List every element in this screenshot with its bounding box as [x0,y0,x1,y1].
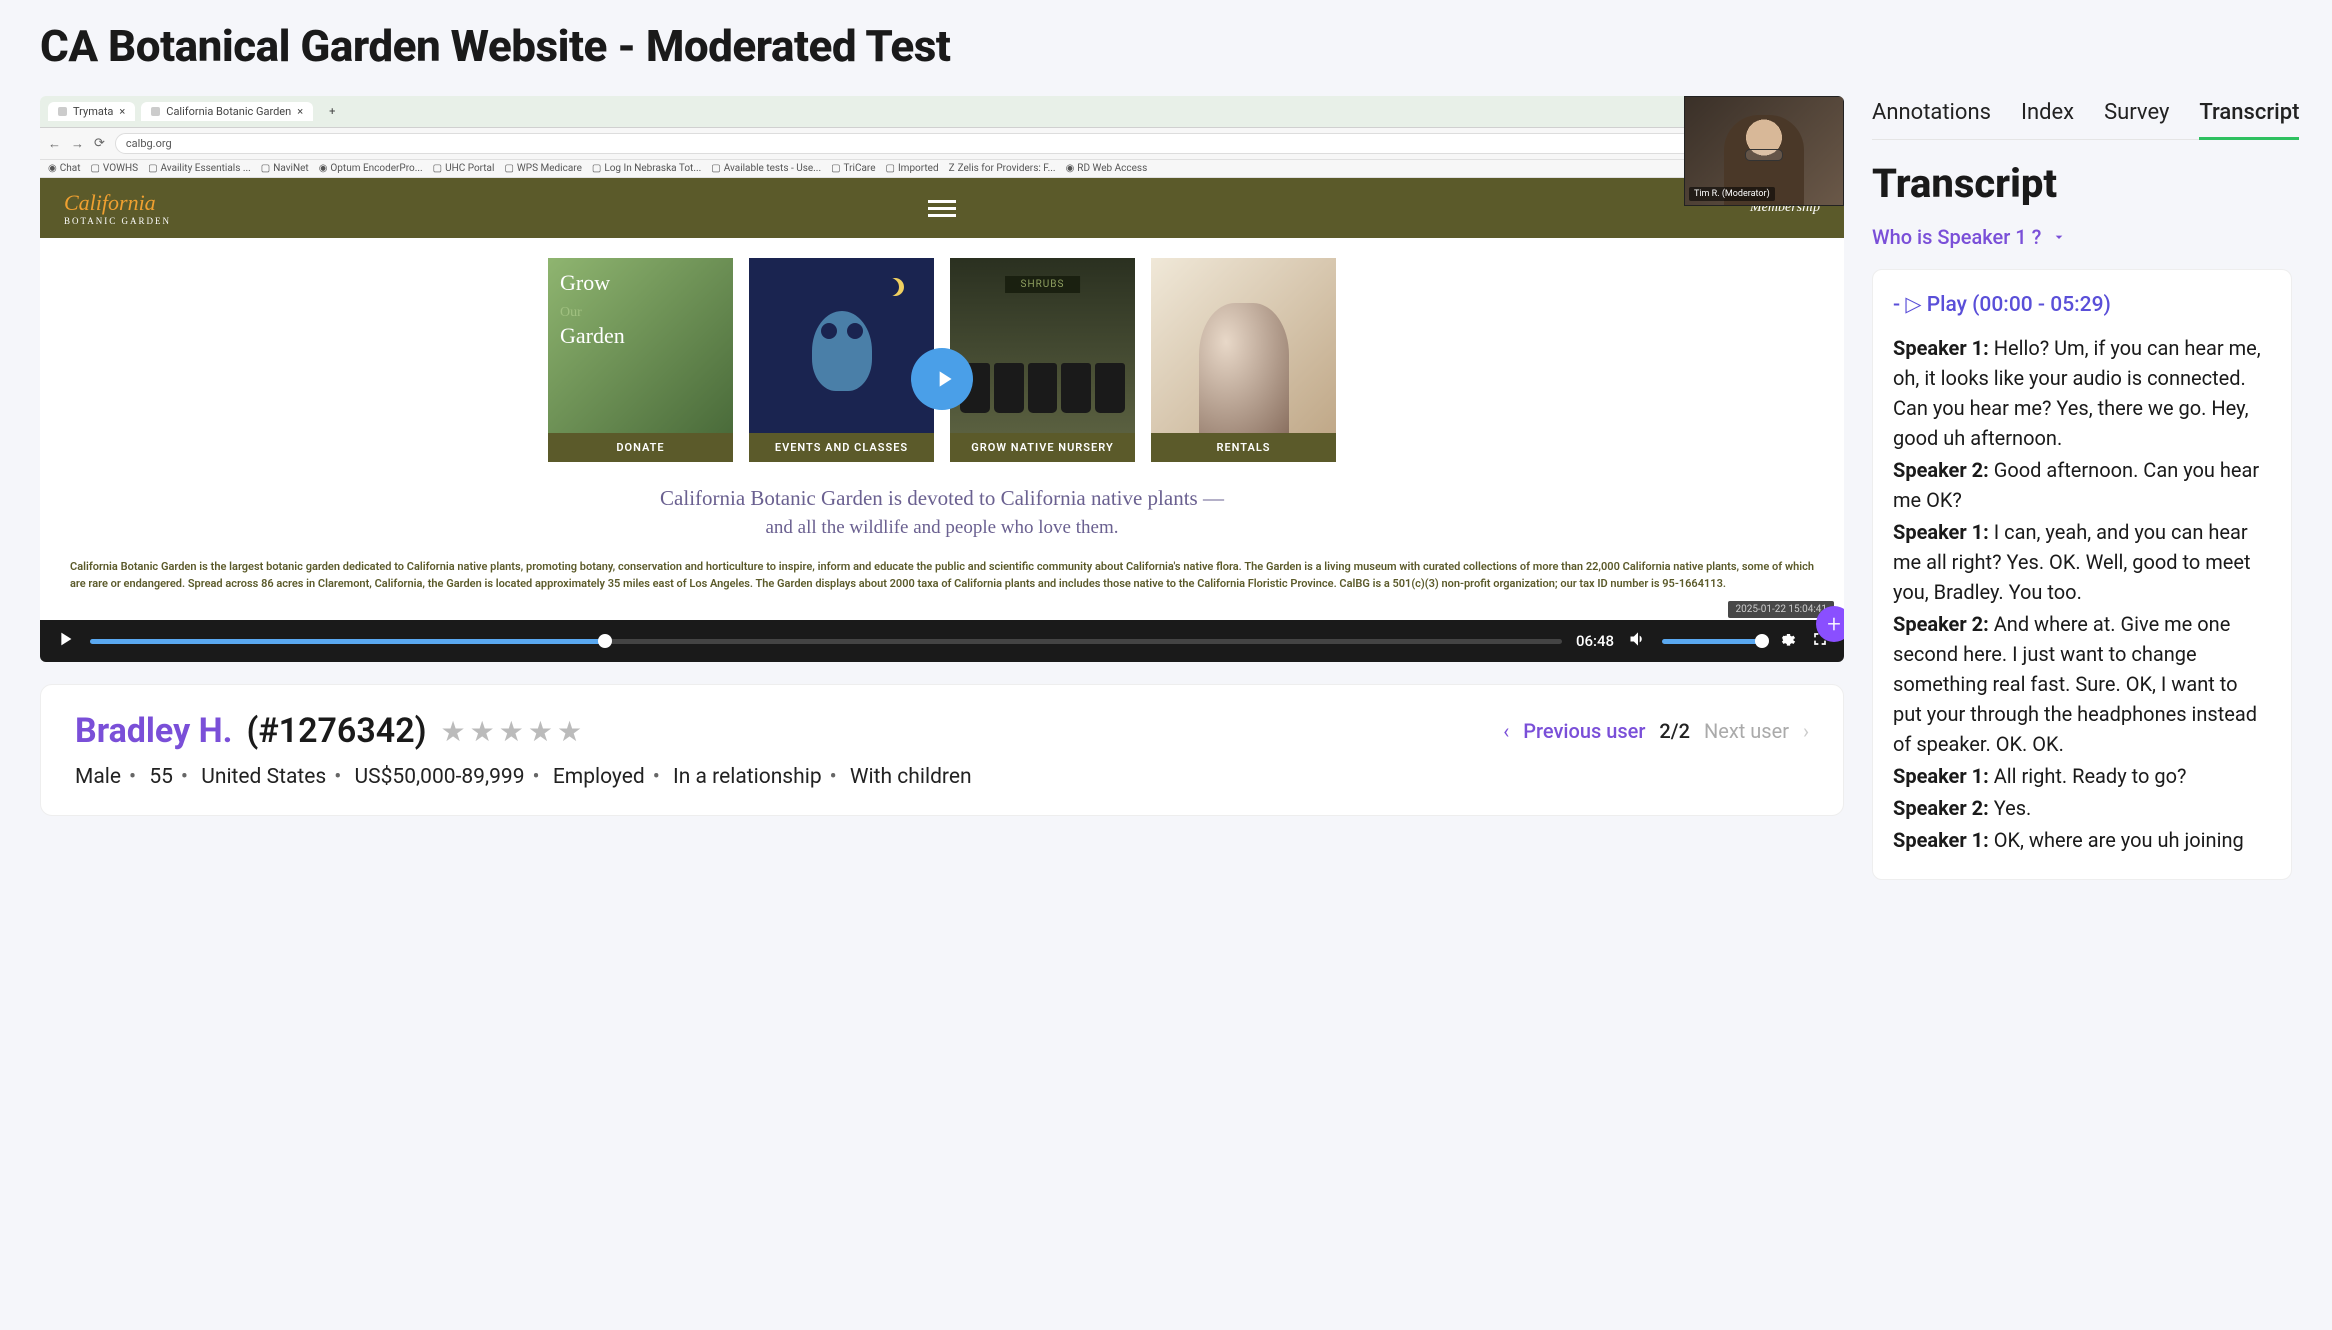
previous-user-link[interactable]: Previous user [1523,719,1645,743]
site-paragraph: California Botanic Garden is the largest… [70,559,1814,592]
bookmark-item: ▢ Availity Essentials ... [148,163,251,174]
site-card-donate: GrowOurGarden DONATE [548,258,733,462]
volume-slider[interactable] [1662,639,1762,644]
tab-index[interactable]: Index [2021,96,2074,139]
settings-icon[interactable] [1776,629,1796,653]
bookmark-item: ▢ UHC Portal [433,163,495,174]
transcript-line[interactable]: Speaker 1: I can, yeah, and you can hear… [1893,517,2271,607]
bookmark-item: ▢ TriCare [831,163,875,174]
transcript-line[interactable]: Speaker 2: Good afternoon. Can you hear … [1893,455,2271,515]
bookmark-item: ◉ Optum EncoderPro... [319,163,423,174]
browser-toolbar: ← → ⟳ calbg.org [40,128,1844,160]
site-logo: California BOTANIC GARDEN [64,190,171,226]
panel-tabs: Annotations Index Survey Transcript [1872,96,2292,140]
site-card-nursery: SHRUBS GROW NATIVE NURSERY [950,258,1135,462]
add-annotation-button[interactable]: + [1816,606,1844,642]
star-icon[interactable]: ★ [557,715,582,748]
forward-icon: → [71,136,84,152]
user-page-indicator: 2/2 [1659,719,1690,743]
url-bar: calbg.org [115,133,1836,154]
transcript-line[interactable]: Speaker 1: Hello? Um, if you can hear me… [1893,333,2271,453]
webcam-pip: Tim R. (Moderator) [1684,96,1844,206]
card-label: DONATE [548,433,733,462]
tagline-2: and all the wildlife and people who love… [70,517,1814,539]
browser-tabbar: Trymata× California Botanic Garden× + [40,96,1844,128]
user-card: Bradley H. (#1276342) ★ ★ ★ ★ ★ ‹ Previo… [40,684,1844,816]
browser-tab: California Botanic Garden× [141,102,313,121]
video-player: Trymata× California Botanic Garden× + ← … [40,96,1844,662]
speaker-filter-dropdown[interactable]: Who is Speaker 1 ? [1872,225,2292,249]
play-overlay-button[interactable] [911,348,973,410]
tab-transcript[interactable]: Transcript [2199,96,2299,139]
new-tab-button: + [319,102,345,121]
bookmark-item: ▢ Imported [886,163,939,174]
speaker-filter-label: Who is Speaker 1 ? [1872,225,2041,249]
bookmark-item: ▢ VOWHS [90,163,138,174]
site-body: GrowOurGarden DONATE EVENTS AND CLASSES … [40,238,1844,620]
card-label: EVENTS AND CLASSES [749,433,934,462]
back-icon: ← [48,136,61,152]
bookmark-item: ▢ WPS Medicare [504,163,581,174]
video-controls: 2025-01-22 15:04:41 + 06:48 [40,620,1844,662]
bookmark-item: ◉ Chat [48,163,80,174]
transcript-line[interactable]: Speaker 2: And where at. Give me one sec… [1893,609,2271,759]
transcript-line[interactable]: Speaker 1: All right. Ready to go? [1893,761,2271,791]
bookmarks-bar: ◉ Chat ▢ VOWHS ▢ Availity Essentials ...… [40,160,1844,178]
browser-tab-label: California Botanic Garden [166,105,291,118]
play-segment-link[interactable]: - ▷ Play (00:00 - 05:29) [1893,292,2271,317]
volume-icon[interactable] [1628,629,1648,653]
star-icon[interactable]: ★ [499,715,524,748]
time-display: 06:48 [1576,632,1614,650]
next-user-link: Next user [1704,719,1789,743]
sign-label: SHRUBS [1005,276,1081,293]
webcam-label: Tim R. (Moderator) [1689,187,1775,201]
bookmark-item: Z Zelis for Providers: F... [949,163,1056,174]
transcript-line[interactable]: Speaker 2: Yes. [1893,793,2271,823]
reload-icon: ⟳ [94,136,105,151]
chevron-right-icon: › [1803,719,1809,743]
user-name[interactable]: Bradley H. [75,711,233,751]
user-meta: Male• 55• United States• US$50,000-89,99… [75,765,1809,789]
panel-title: Transcript [1872,160,2292,207]
menu-icon [928,196,956,221]
bookmark-item: ▢ Available tests - Use... [711,163,821,174]
star-icon[interactable]: ★ [528,715,553,748]
transcript-box: - ▷ Play (00:00 - 05:29) Speaker 1: Hell… [1872,269,2292,880]
tab-annotations[interactable]: Annotations [1872,96,1991,139]
tagline-1: California Botanic Garden is devoted to … [70,486,1814,511]
site-header: California BOTANIC GARDEN Membership [40,178,1844,238]
card-label: RENTALS [1151,433,1336,462]
transcript-line[interactable]: Speaker 1: OK, where are you uh joining [1893,825,2271,855]
bookmark-item: ◉ RD Web Access [1066,163,1148,174]
site-card-events: EVENTS AND CLASSES [749,258,934,462]
browser-tab: Trymata× [48,102,135,121]
play-button[interactable] [54,628,76,654]
bookmark-item: ▢ NaviNet [261,163,309,174]
site-card-rentals: RENTALS [1151,258,1336,462]
browser-tab-label: Trymata [73,105,113,118]
progress-bar[interactable] [90,639,1562,644]
chevron-down-icon [2051,229,2067,245]
bookmark-item: ▢ Log In Nebraska Tot... [592,163,701,174]
tab-survey[interactable]: Survey [2104,96,2169,139]
star-icon[interactable]: ★ [470,715,495,748]
page-title: CA Botanical Garden Website - Moderated … [40,20,2292,72]
user-id: (#1276342) [247,711,427,751]
chevron-left-icon[interactable]: ‹ [1503,719,1509,743]
rating-stars[interactable]: ★ ★ ★ ★ ★ [441,715,583,748]
card-label: GROW NATIVE NURSERY [950,433,1135,462]
star-icon[interactable]: ★ [441,715,466,748]
